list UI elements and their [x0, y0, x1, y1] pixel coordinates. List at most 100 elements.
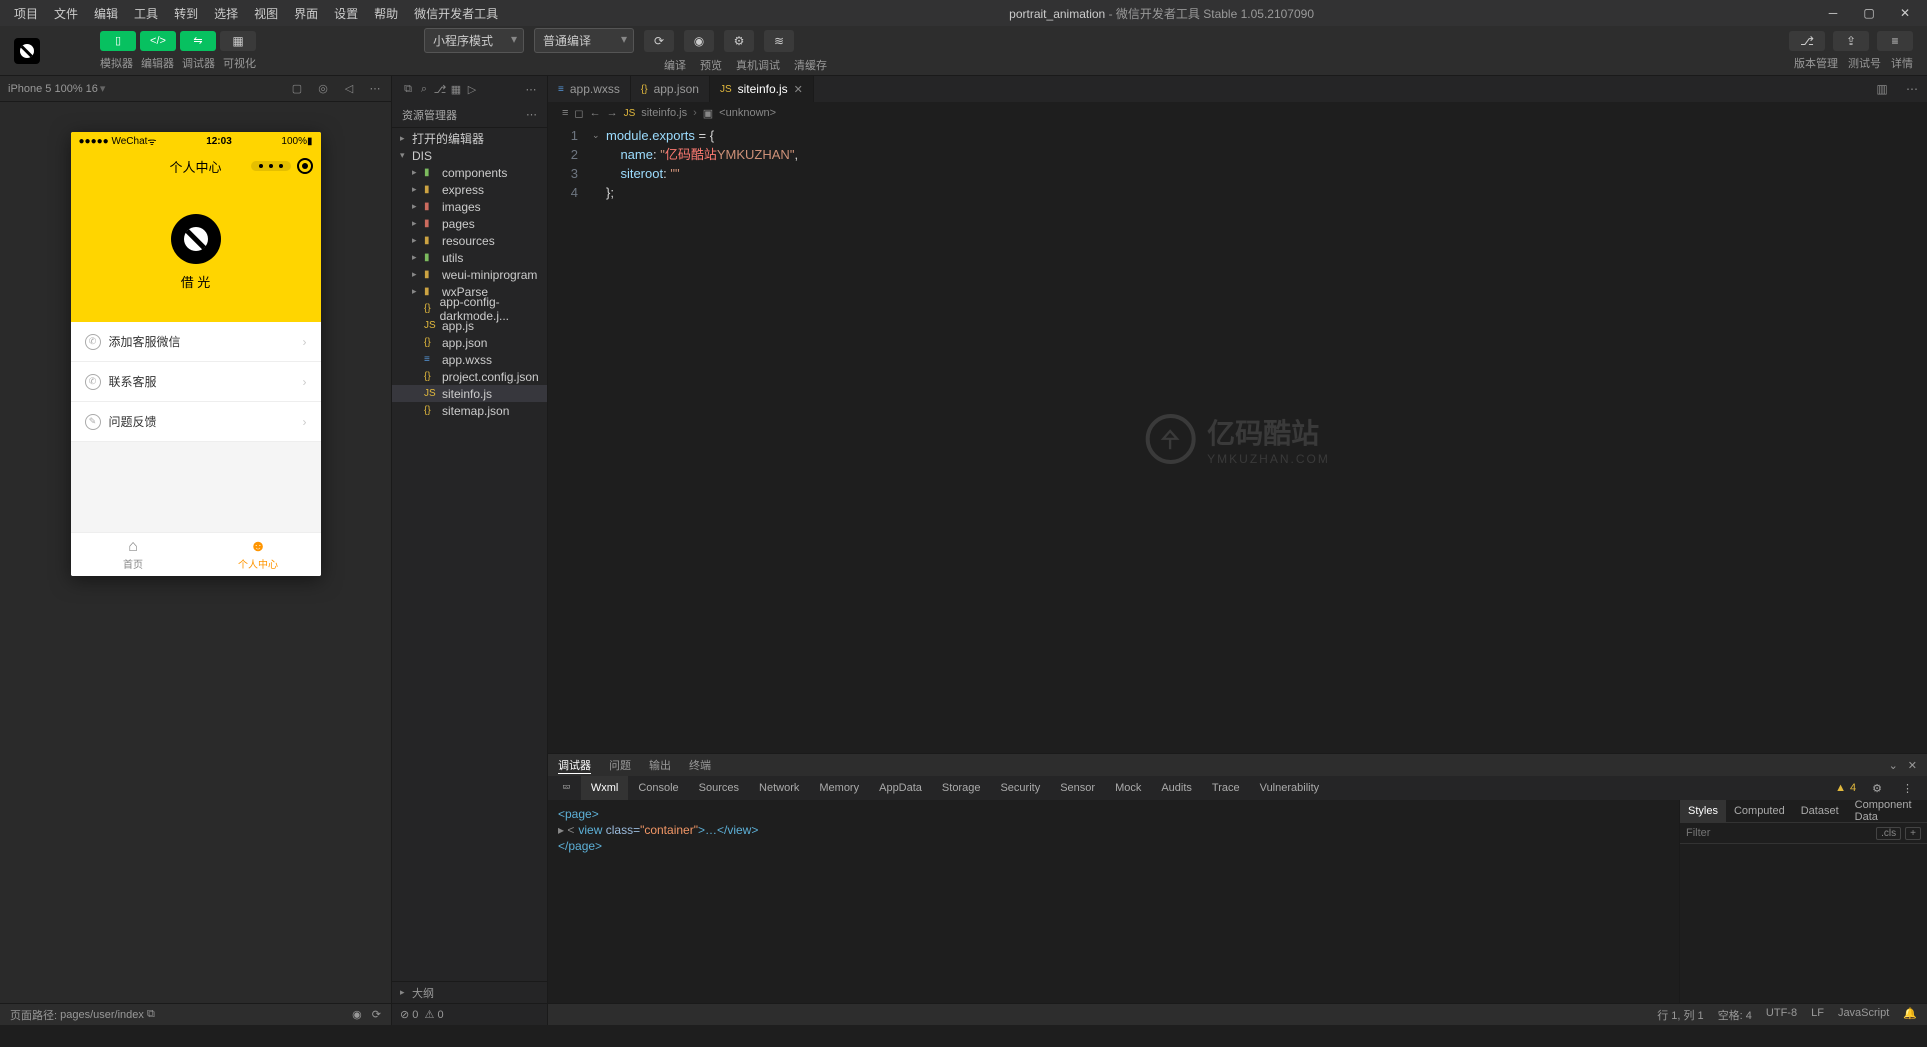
version-button[interactable]: ⎇	[1789, 31, 1825, 51]
reload-icon[interactable]: ⟳	[372, 1008, 381, 1021]
device-selector[interactable]: iPhone 5 100% 16	[8, 83, 98, 95]
code-editor[interactable]: 1234 ⌄ module.exports = { name: "亿码酷站YMK…	[548, 124, 1927, 753]
ext-icon[interactable]: ▦	[448, 81, 464, 97]
tab-sensor[interactable]: Sensor	[1050, 776, 1105, 800]
list-item[interactable]: ✆联系客服›	[71, 362, 321, 402]
menu-file[interactable]: 文件	[48, 1, 84, 26]
detail-button[interactable]: ≡	[1877, 31, 1913, 51]
tab-appdata[interactable]: AppData	[869, 776, 932, 800]
bc-back-icon[interactable]: ←	[590, 107, 601, 119]
tree-folder[interactable]: ▸▮pages	[392, 215, 547, 232]
eol-info[interactable]: LF	[1811, 1007, 1824, 1023]
tab-terminal[interactable]: 终端	[689, 757, 711, 773]
tab-storage[interactable]: Storage	[932, 776, 991, 800]
breadcrumb[interactable]: ≡ ◻ ← → JS siteinfo.js › ▣ <unknown>	[548, 102, 1927, 124]
menu-tool[interactable]: 工具	[128, 1, 164, 26]
menu-settings[interactable]: 设置	[328, 1, 364, 26]
explorer-more-icon[interactable]: ⋯	[526, 108, 537, 121]
tab-app-json[interactable]: {}app.json	[631, 76, 710, 102]
cursor-position[interactable]: 行 1, 列 1	[1657, 1007, 1703, 1023]
dom-tree[interactable]: <page> ▸ <view class="container">…</view…	[548, 800, 1679, 1003]
tree-folder[interactable]: ▸▮images	[392, 198, 547, 215]
tree-file[interactable]: {}app.json	[392, 334, 547, 351]
bc-list-icon[interactable]: ≡	[562, 107, 568, 119]
menu-interface[interactable]: 界面	[288, 1, 324, 26]
bc-forward-icon[interactable]: →	[607, 107, 618, 119]
tab-debugger[interactable]: 调试器	[558, 757, 591, 774]
avatar[interactable]	[171, 214, 221, 264]
tree-file[interactable]: {}app-config-darkmode.j...	[392, 300, 547, 317]
tab-sources[interactable]: Sources	[689, 776, 749, 800]
more-icon[interactable]: ⋯	[523, 81, 539, 97]
tree-folder[interactable]: ▸▮resources	[392, 232, 547, 249]
devtools-settings-icon[interactable]: ⚙	[1862, 776, 1892, 800]
sim-record-icon[interactable]: ◎	[315, 81, 331, 97]
style-filter-input[interactable]	[1686, 827, 1872, 839]
visual-toggle[interactable]: ▦	[220, 31, 256, 51]
indent-info[interactable]: 空格: 4	[1718, 1007, 1752, 1023]
close-button[interactable]: ✕	[1891, 3, 1919, 23]
tree-open-editors[interactable]: ▸打开的编辑器	[392, 130, 547, 147]
capsule-menu[interactable]	[251, 161, 291, 171]
debug-icon[interactable]: ▷	[464, 81, 480, 97]
menu-goto[interactable]: 转到	[168, 1, 204, 26]
tab-home[interactable]: ⌂首页	[71, 533, 196, 576]
tab-trace[interactable]: Trace	[1202, 776, 1250, 800]
tree-file[interactable]: {}project.config.json	[392, 368, 547, 385]
tab-me[interactable]: ☻个人中心	[196, 533, 321, 576]
encoding-info[interactable]: UTF-8	[1766, 1007, 1797, 1023]
devtools-menu-icon[interactable]: ⋮	[1892, 776, 1923, 800]
outline-section[interactable]: ▸大纲	[392, 981, 547, 1003]
close-tab-icon[interactable]: ✕	[794, 83, 803, 96]
tab-siteinfo-js[interactable]: JSsiteinfo.js✕	[710, 76, 814, 102]
debugger-toggle[interactable]: ⇋	[180, 31, 216, 51]
tab-wxml[interactable]: Wxml	[581, 776, 629, 800]
tree-file-active[interactable]: JSsiteinfo.js	[392, 385, 547, 402]
menu-view[interactable]: 视图	[248, 1, 284, 26]
tree-folder[interactable]: ▸▮components	[392, 164, 547, 181]
real-debug-button[interactable]: ⚙	[724, 30, 754, 52]
tab-mock[interactable]: Mock	[1105, 776, 1151, 800]
copy-icon[interactable]: ⧉	[147, 1008, 155, 1021]
code-content[interactable]: module.exports = { name: "亿码酷站YMKUZHAN",…	[606, 124, 1927, 753]
compile-dropdown[interactable]: 普通编译	[534, 28, 634, 53]
menu-select[interactable]: 选择	[208, 1, 244, 26]
simulator-toggle[interactable]: ▯	[100, 31, 136, 51]
clear-cache-button[interactable]: ≋	[764, 30, 794, 52]
editor-more-icon[interactable]: ⋯	[1897, 76, 1927, 102]
phone-simulator[interactable]: ●●●●● WeChatᯤ 12:03 100%▮ 个人中心 借 光 ✆添	[71, 132, 321, 576]
tab-memory[interactable]: Memory	[809, 776, 869, 800]
list-item[interactable]: ✆添加客服微信›	[71, 322, 321, 362]
error-icon[interactable]: ⊘	[400, 1008, 409, 1021]
sim-more-icon[interactable]: ⋯	[367, 81, 383, 97]
tree-folder[interactable]: ▸▮utils	[392, 249, 547, 266]
bc-bookmark-icon[interactable]: ◻	[574, 107, 583, 120]
list-item[interactable]: ✎问题反馈›	[71, 402, 321, 442]
search-icon[interactable]: ⌕	[416, 81, 432, 97]
warning-badge[interactable]: ▲4	[1835, 782, 1862, 794]
maximize-button[interactable]: ▢	[1855, 3, 1883, 23]
compile-button[interactable]: ⟳	[644, 30, 674, 52]
sim-rotate-icon[interactable]: ▢	[289, 81, 305, 97]
tab-dataset[interactable]: Dataset	[1793, 800, 1847, 822]
warning-icon[interactable]: ⚠	[425, 1008, 435, 1021]
tab-app-wxss[interactable]: ≡app.wxss	[548, 76, 631, 102]
add-style-button[interactable]: +	[1905, 827, 1921, 840]
tree-root[interactable]: ▾DIS	[392, 147, 547, 164]
tab-styles[interactable]: Styles	[1680, 800, 1726, 822]
tab-output[interactable]: 输出	[649, 757, 671, 773]
minimize-button[interactable]: ─	[1819, 3, 1847, 23]
bell-icon[interactable]: 🔔	[1903, 1007, 1917, 1023]
tab-network[interactable]: Network	[749, 776, 809, 800]
tab-problems[interactable]: 问题	[609, 757, 631, 773]
files-icon[interactable]: ⧉	[400, 81, 416, 97]
editor-toggle[interactable]: </>	[140, 31, 176, 51]
tab-component-data[interactable]: Component Data	[1847, 800, 1920, 822]
split-editor-icon[interactable]: ▥	[1867, 76, 1897, 102]
preview-button[interactable]: ◉	[684, 30, 714, 52]
capsule-close[interactable]	[297, 158, 313, 174]
fold-gutter[interactable]: ⌄	[592, 124, 606, 753]
tree-file[interactable]: {}sitemap.json	[392, 402, 547, 419]
style-more-icon[interactable]: »	[1920, 800, 1927, 822]
collapse-icon[interactable]: ⌄	[1889, 759, 1898, 772]
